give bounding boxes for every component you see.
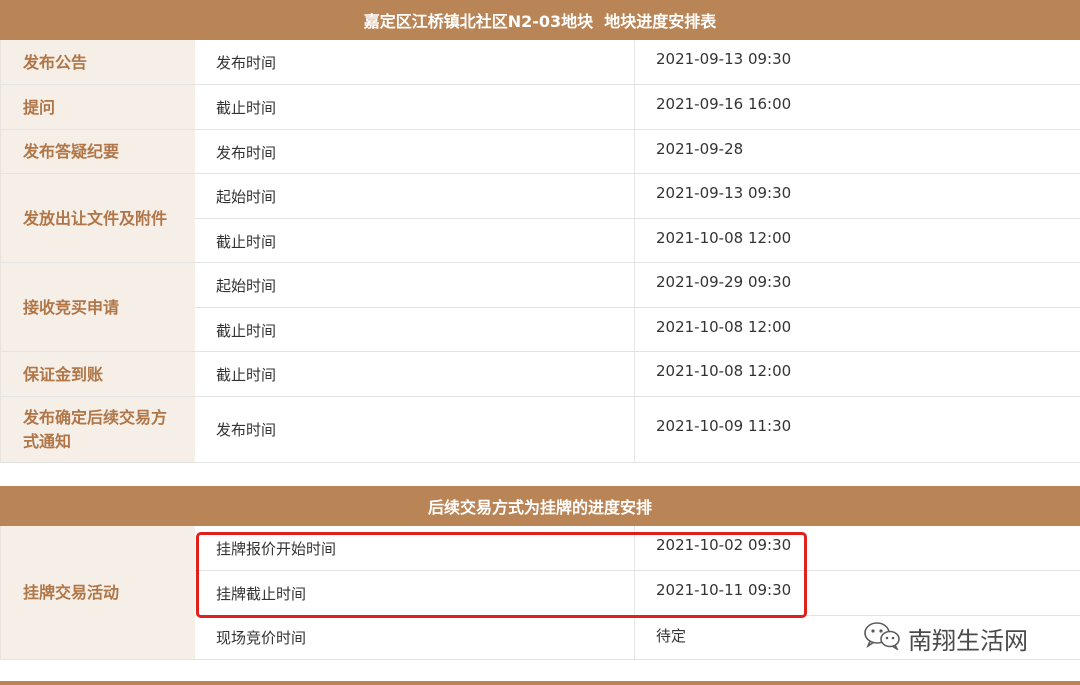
time-type: 截止时间 — [216, 233, 277, 251]
table-row: 发布公告 发布时间 2021-09-13 09:30 — [0, 40, 1080, 85]
time-type: 起始时间 — [216, 277, 277, 295]
time-type: 发布时间 — [216, 54, 277, 72]
time-type: 发布时间 — [216, 421, 277, 439]
wechat-icon — [862, 620, 902, 656]
next-table-header-edge — [0, 681, 1080, 685]
time-value: 2021-09-16 16:00 — [656, 95, 792, 113]
time-value: 待定 — [656, 627, 687, 645]
watermark: 南翔生活网 — [862, 620, 1028, 656]
time-value: 2021-09-13 09:30 — [656, 184, 792, 202]
highlight-box — [196, 532, 807, 618]
time-value: 2021-10-09 11:30 — [656, 417, 792, 435]
time-type: 起始时间 — [216, 188, 277, 206]
table-row: 发布答疑纪要 发布时间 2021-09-28 — [0, 130, 1080, 174]
row-label: 发放出让文件及附件 — [23, 208, 168, 228]
table-row: 提问 截止时间 2021-09-16 16:00 — [0, 85, 1080, 130]
table2-title-text: 后续交易方式为挂牌的进度安排 — [427, 498, 652, 517]
row-label: 发布答疑纪要 — [23, 142, 120, 161]
table-row: 保证金到账 截止时间 2021-10-08 12:00 — [0, 352, 1080, 397]
time-value: 2021-10-08 12:00 — [656, 229, 792, 247]
time-type: 发布时间 — [216, 144, 277, 162]
row-label: 发布公告 — [23, 52, 88, 72]
time-type: 截止时间 — [216, 322, 277, 340]
time-type: 截止时间 — [216, 99, 277, 117]
row-label: 接收竞买申请 — [23, 297, 120, 317]
row-label: 发布确定后续交易方式通知 — [23, 407, 168, 451]
table-row: 发布确定后续交易方式通知 发布时间 2021-10-09 11:30 — [0, 397, 1080, 462]
time-value: 2021-09-29 09:30 — [656, 273, 792, 291]
time-type: 截止时间 — [216, 366, 277, 384]
time-value: 2021-10-08 12:00 — [656, 318, 792, 336]
table-title-text: 嘉定区江桥镇北社区N2-03地块 地块进度安排表 — [363, 12, 717, 31]
row-label: 挂牌交易活动 — [23, 583, 120, 602]
watermark-text: 南翔生活网 — [908, 626, 1028, 655]
table-title: 嘉定区江桥镇北社区N2-03地块 地块进度安排表 — [0, 0, 1080, 40]
table2-title: 后续交易方式为挂牌的进度安排 — [0, 486, 1080, 526]
time-value: 2021-10-08 12:00 — [656, 362, 792, 380]
time-type: 现场竞价时间 — [216, 629, 307, 647]
row-label: 提问 — [23, 97, 56, 117]
time-value: 2021-09-28 — [656, 140, 744, 158]
row-label: 保证金到账 — [23, 364, 104, 384]
time-value: 2021-09-13 09:30 — [656, 50, 792, 68]
